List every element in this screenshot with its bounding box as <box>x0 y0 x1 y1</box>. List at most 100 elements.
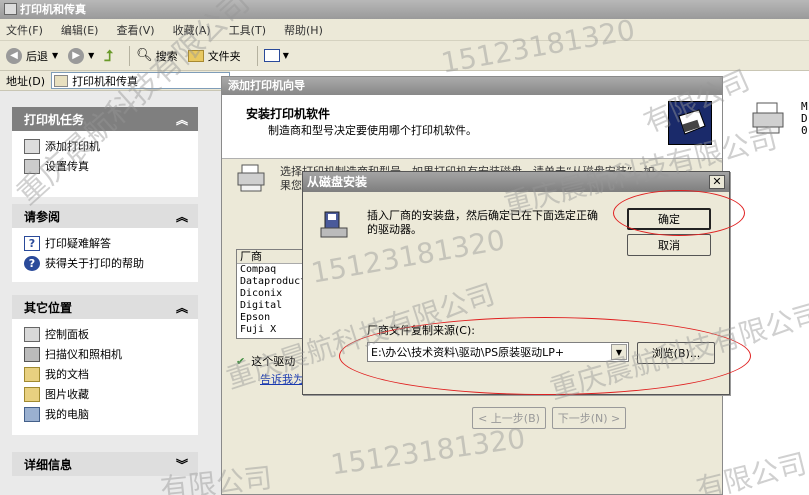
wizard-heading: 安装打印机软件 <box>246 107 331 121</box>
up-folder-button[interactable]: ⮥ <box>104 45 113 67</box>
forward-arrow-icon: ▶ <box>68 47 85 64</box>
cancel-button[interactable]: 取消 <box>627 234 711 256</box>
window-title: 打印机和传真 <box>20 3 86 16</box>
back-button[interactable]: ◀ 后退 ▼ <box>6 45 58 67</box>
list-item[interactable]: Digital <box>237 300 307 312</box>
printer-icon <box>752 102 784 134</box>
list-item[interactable]: Epson <box>237 312 307 324</box>
menu-bar: 文件(F) 编辑(E) 查看(V) 收藏(A) 工具(T) 帮助(H) <box>0 19 809 41</box>
printer-item[interactable] <box>751 99 787 143</box>
printer-item-line: 0 <box>801 124 808 137</box>
place-my-computer[interactable]: 我的电脑 <box>24 404 198 424</box>
menu-edit[interactable]: 编辑(E) <box>61 22 99 38</box>
collapse-icon: ︽ <box>175 300 188 315</box>
annotation-ellipse-ok <box>613 190 745 236</box>
wizard-next-button[interactable]: 下一步(N) > <box>552 407 626 429</box>
folders-label: 文件夹 <box>207 49 241 63</box>
printer-install-icon <box>668 101 712 145</box>
place-label: 我的电脑 <box>45 408 89 421</box>
menu-view[interactable]: 查看(V) <box>116 22 154 38</box>
back-label: 后退 <box>26 49 48 63</box>
address-value: 打印机和传真 <box>72 74 139 88</box>
other-places-panel: 其它位置 ︽ 控制面板 扫描仪和照相机 我的文档 图片收藏 我的电脑 <box>12 295 198 435</box>
wizard-title: 添加打印机向导 <box>228 79 305 92</box>
menu-favorites[interactable]: 收藏(A) <box>173 22 211 38</box>
link-label: 获得关于打印的帮助 <box>45 257 144 270</box>
collapse-icon: ︽ <box>175 112 188 127</box>
wizard-header: 安装打印机软件 制造商和型号决定要使用哪个打印机软件。 <box>222 95 722 159</box>
printer-tasks-header[interactable]: 打印机任务 ︽ <box>12 107 198 131</box>
list-item[interactable]: Diconix <box>237 288 307 300</box>
printer-folder-icon <box>54 74 69 87</box>
place-scanners-cameras[interactable]: 扫描仪和照相机 <box>24 344 198 364</box>
manufacturer-list-header: 厂商 <box>237 250 307 264</box>
address-bar: 地址(D) 打印机和传真 <box>0 71 230 91</box>
details-header[interactable]: 详细信息 ︾ <box>12 452 198 476</box>
help-circle-icon: ? <box>24 255 40 271</box>
driver-note-text: 这个驱动 <box>251 355 296 368</box>
dialog-message-line: 的驱动器。 <box>367 223 422 236</box>
see-also-header[interactable]: 请参阅 ︽ <box>12 204 198 228</box>
dropdown-arrow-icon: ▼ <box>88 51 95 60</box>
wizard-back-button[interactable]: < 上一步(B) <box>472 407 546 429</box>
link-print-troubleshooting[interactable]: ? 打印疑难解答 <box>24 233 198 253</box>
place-label: 图片收藏 <box>45 388 89 401</box>
dialog-message-line: 插入厂商的安装盘，然后确定已在下面选定正确 <box>367 209 598 222</box>
folders-button[interactable]: 文件夹 <box>187 45 241 67</box>
printer-tasks-panel: 打印机任务 ︽ 添加打印机 设置传真 <box>12 107 198 197</box>
list-item[interactable]: Fuji X <box>237 324 307 336</box>
documents-folder-icon <box>24 366 40 382</box>
toolbar: ◀ 后退 ▼ ▶ ▼ ⮥ 🔍︎ 搜索 文件夹 ▼ <box>0 41 809 71</box>
dropdown-arrow-icon: ▼ <box>282 51 289 60</box>
place-control-panel[interactable]: 控制面板 <box>24 324 198 344</box>
menu-help[interactable]: 帮助(H) <box>284 22 323 38</box>
folder-icon <box>187 49 204 62</box>
manufacturer-list[interactable]: 厂商 Compaq Dataproducts Diconix Digital E… <box>236 249 308 339</box>
list-item[interactable]: Dataproducts <box>237 276 307 288</box>
back-arrow-icon: ◀ <box>6 47 22 64</box>
annotation-ellipse-source <box>339 317 751 395</box>
place-label: 我的文档 <box>45 368 89 381</box>
driver-signature-note: ✔ 这个驱动 <box>236 353 295 369</box>
place-my-pictures[interactable]: 图片收藏 <box>24 384 198 404</box>
printer-tasks-title: 打印机任务 <box>24 112 85 127</box>
other-places-header[interactable]: 其它位置 ︽ <box>12 295 198 319</box>
close-icon[interactable]: ✕ <box>709 175 725 189</box>
help-icon: ? <box>24 235 40 251</box>
search-icon: 🔍︎ <box>136 48 153 63</box>
place-my-documents[interactable]: 我的文档 <box>24 364 198 384</box>
menu-file[interactable]: 文件(F) <box>6 22 43 38</box>
forward-button[interactable]: ▶ ▼ <box>68 45 94 67</box>
printer-list-area: M D 0 <box>723 71 809 495</box>
add-printer-icon <box>24 138 40 154</box>
task-add-printer[interactable]: 添加打印机 <box>24 136 198 156</box>
menu-tools[interactable]: 工具(T) <box>229 22 266 38</box>
details-panel: 详细信息 ︾ <box>12 452 198 476</box>
signed-driver-icon: ✔ <box>236 354 246 368</box>
address-input[interactable]: 打印机和传真 <box>51 72 230 89</box>
printer-folder-icon <box>4 3 17 15</box>
views-button[interactable]: ▼ <box>263 45 289 67</box>
collapse-icon: ︽ <box>175 209 188 224</box>
link-label: 打印疑难解答 <box>45 237 111 250</box>
task-pane: 打印机任务 ︽ 添加打印机 设置传真 请参阅 ︽ ? 打印疑难解答 ? 获得关于… <box>0 91 221 495</box>
link-print-help[interactable]: ? 获得关于打印的帮助 <box>24 253 198 273</box>
wizard-title-bar: 添加打印机向导 <box>222 77 722 95</box>
scanner-icon <box>24 346 40 362</box>
dialog-message: 插入厂商的安装盘，然后确定已在下面选定正确 的驱动器。 <box>367 209 615 237</box>
wizard-subheading: 制造商和型号决定要使用哪个打印机软件。 <box>268 124 477 137</box>
computer-icon <box>24 406 40 422</box>
search-button[interactable]: 🔍︎ 搜索 <box>136 45 178 67</box>
install-disk-icon <box>319 210 351 243</box>
expand-icon: ︾ <box>175 457 188 472</box>
dialog-title: 从磁盘安装 <box>307 175 368 189</box>
other-places-title: 其它位置 <box>24 300 73 315</box>
control-panel-icon <box>24 326 40 342</box>
wizard-buttons: < 上一步(B) 下一步(N) > <box>472 407 626 429</box>
printer-item-text: M D 0 <box>801 101 808 137</box>
list-item[interactable]: Compaq <box>237 264 307 276</box>
pictures-folder-icon <box>24 386 40 402</box>
views-icon <box>263 49 280 62</box>
task-setup-fax[interactable]: 设置传真 <box>24 156 198 176</box>
address-label: 地址(D) <box>6 74 46 88</box>
